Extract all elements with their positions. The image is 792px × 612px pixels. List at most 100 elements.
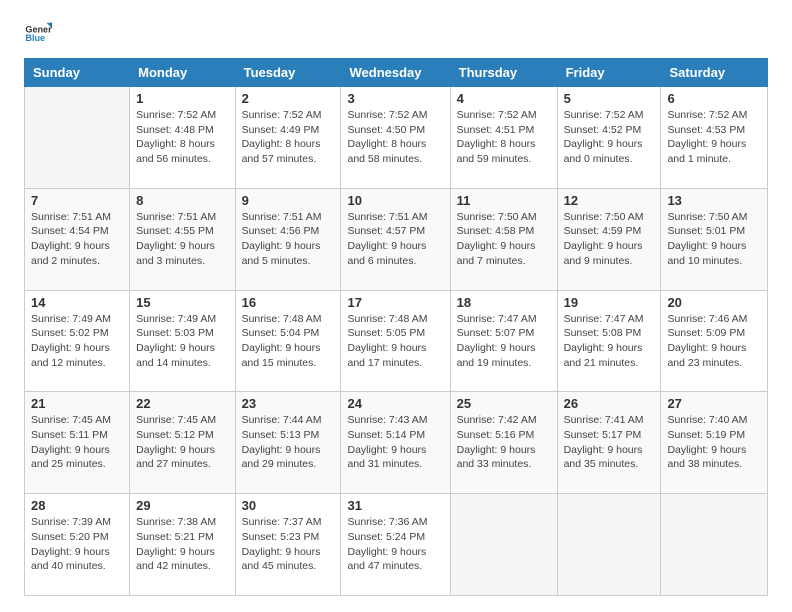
cell-content: 29Sunrise: 7:38 AM Sunset: 5:21 PM Dayli… bbox=[136, 498, 228, 574]
day-info: Sunrise: 7:52 AM Sunset: 4:52 PM Dayligh… bbox=[564, 108, 655, 167]
day-number: 3 bbox=[347, 91, 443, 106]
day-number: 19 bbox=[564, 295, 655, 310]
day-cell: 7 Sunrise: 7:51 AM Sunset: 4:54 PM Daylig… bbox=[25, 188, 130, 290]
day-cell: 24 Sunrise: 7:43 AM Sunset: 5:14 PM Dayli… bbox=[341, 392, 450, 494]
day-info: Sunrise: 7:49 AM Sunset: 5:03 PM Dayligh… bbox=[136, 312, 228, 371]
day-number: 17 bbox=[347, 295, 443, 310]
day-number: 11 bbox=[457, 193, 551, 208]
day-info: Sunrise: 7:51 AM Sunset: 4:54 PM Dayligh… bbox=[31, 210, 123, 269]
day-cell bbox=[661, 494, 768, 596]
day-cell: 18 Sunrise: 7:47 AM Sunset: 5:07 PM Dayli… bbox=[450, 290, 557, 392]
day-number: 10 bbox=[347, 193, 443, 208]
day-number: 24 bbox=[347, 396, 443, 411]
cell-content: 2 Sunrise: 7:52 AM Sunset: 4:49 PM Daylig… bbox=[242, 91, 335, 167]
week-row-1: 1Sunrise: 7:52 AM Sunset: 4:48 PM Daylig… bbox=[25, 87, 768, 189]
day-number: 5 bbox=[564, 91, 655, 106]
column-header-thursday: Thursday bbox=[450, 59, 557, 87]
day-cell: 30 Sunrise: 7:37 AM Sunset: 5:23 PM Dayli… bbox=[235, 494, 341, 596]
day-cell: 11Sunrise: 7:50 AM Sunset: 4:58 PM Dayli… bbox=[450, 188, 557, 290]
header-row: SundayMondayTuesdayWednesdayThursdayFrid… bbox=[25, 59, 768, 87]
column-header-friday: Friday bbox=[557, 59, 661, 87]
day-cell: 9 Sunrise: 7:51 AM Sunset: 4:56 PM Daylig… bbox=[235, 188, 341, 290]
cell-content: 18 Sunrise: 7:47 AM Sunset: 5:07 PM Dayli… bbox=[457, 295, 551, 371]
day-info: Sunrise: 7:36 AM Sunset: 5:24 PM Dayligh… bbox=[347, 515, 443, 574]
cell-content: 14 Sunrise: 7:49 AM Sunset: 5:02 PM Dayli… bbox=[31, 295, 123, 371]
column-header-monday: Monday bbox=[130, 59, 235, 87]
cell-content: 24 Sunrise: 7:43 AM Sunset: 5:14 PM Dayli… bbox=[347, 396, 443, 472]
day-number: 6 bbox=[667, 91, 761, 106]
day-number: 4 bbox=[457, 91, 551, 106]
day-info: Sunrise: 7:39 AM Sunset: 5:20 PM Dayligh… bbox=[31, 515, 123, 574]
day-info: Sunrise: 7:43 AM Sunset: 5:14 PM Dayligh… bbox=[347, 413, 443, 472]
day-number: 14 bbox=[31, 295, 123, 310]
day-cell: 15Sunrise: 7:49 AM Sunset: 5:03 PM Dayli… bbox=[130, 290, 235, 392]
day-cell: 6Sunrise: 7:52 AM Sunset: 4:53 PM Daylig… bbox=[661, 87, 768, 189]
day-number: 22 bbox=[136, 396, 228, 411]
day-cell: 1Sunrise: 7:52 AM Sunset: 4:48 PM Daylig… bbox=[130, 87, 235, 189]
day-info: Sunrise: 7:45 AM Sunset: 5:12 PM Dayligh… bbox=[136, 413, 228, 472]
day-info: Sunrise: 7:45 AM Sunset: 5:11 PM Dayligh… bbox=[31, 413, 123, 472]
day-cell: 4Sunrise: 7:52 AM Sunset: 4:51 PM Daylig… bbox=[450, 87, 557, 189]
day-info: Sunrise: 7:47 AM Sunset: 5:07 PM Dayligh… bbox=[457, 312, 551, 371]
column-header-tuesday: Tuesday bbox=[235, 59, 341, 87]
day-cell: 27Sunrise: 7:40 AM Sunset: 5:19 PM Dayli… bbox=[661, 392, 768, 494]
day-cell: 14 Sunrise: 7:49 AM Sunset: 5:02 PM Dayli… bbox=[25, 290, 130, 392]
day-cell: 21Sunrise: 7:45 AM Sunset: 5:11 PM Dayli… bbox=[25, 392, 130, 494]
cell-content: 30 Sunrise: 7:37 AM Sunset: 5:23 PM Dayli… bbox=[242, 498, 335, 574]
cell-content: 1Sunrise: 7:52 AM Sunset: 4:48 PM Daylig… bbox=[136, 91, 228, 167]
day-cell bbox=[557, 494, 661, 596]
cell-content: 19Sunrise: 7:47 AM Sunset: 5:08 PM Dayli… bbox=[564, 295, 655, 371]
day-info: Sunrise: 7:51 AM Sunset: 4:57 PM Dayligh… bbox=[347, 210, 443, 269]
cell-content: 25Sunrise: 7:42 AM Sunset: 5:16 PM Dayli… bbox=[457, 396, 551, 472]
day-info: Sunrise: 7:49 AM Sunset: 5:02 PM Dayligh… bbox=[31, 312, 123, 371]
cell-content: 27Sunrise: 7:40 AM Sunset: 5:19 PM Dayli… bbox=[667, 396, 761, 472]
day-cell: 20Sunrise: 7:46 AM Sunset: 5:09 PM Dayli… bbox=[661, 290, 768, 392]
cell-content: 7 Sunrise: 7:51 AM Sunset: 4:54 PM Daylig… bbox=[31, 193, 123, 269]
day-cell: 17 Sunrise: 7:48 AM Sunset: 5:05 PM Dayli… bbox=[341, 290, 450, 392]
day-number: 18 bbox=[457, 295, 551, 310]
cell-content: 13Sunrise: 7:50 AM Sunset: 5:01 PM Dayli… bbox=[667, 193, 761, 269]
day-cell: 8 Sunrise: 7:51 AM Sunset: 4:55 PM Daylig… bbox=[130, 188, 235, 290]
day-cell: 26Sunrise: 7:41 AM Sunset: 5:17 PM Dayli… bbox=[557, 392, 661, 494]
day-cell: 31Sunrise: 7:36 AM Sunset: 5:24 PM Dayli… bbox=[341, 494, 450, 596]
day-info: Sunrise: 7:37 AM Sunset: 5:23 PM Dayligh… bbox=[242, 515, 335, 574]
day-number: 16 bbox=[242, 295, 335, 310]
day-number: 9 bbox=[242, 193, 335, 208]
logo-icon: General Blue bbox=[24, 20, 52, 48]
cell-content: 6Sunrise: 7:52 AM Sunset: 4:53 PM Daylig… bbox=[667, 91, 761, 167]
day-info: Sunrise: 7:41 AM Sunset: 5:17 PM Dayligh… bbox=[564, 413, 655, 472]
day-cell: 25Sunrise: 7:42 AM Sunset: 5:16 PM Dayli… bbox=[450, 392, 557, 494]
week-row-4: 21Sunrise: 7:45 AM Sunset: 5:11 PM Dayli… bbox=[25, 392, 768, 494]
day-info: Sunrise: 7:42 AM Sunset: 5:16 PM Dayligh… bbox=[457, 413, 551, 472]
week-row-3: 14 Sunrise: 7:49 AM Sunset: 5:02 PM Dayli… bbox=[25, 290, 768, 392]
day-cell: 3Sunrise: 7:52 AM Sunset: 4:50 PM Daylig… bbox=[341, 87, 450, 189]
day-number: 27 bbox=[667, 396, 761, 411]
day-cell: 28Sunrise: 7:39 AM Sunset: 5:20 PM Dayli… bbox=[25, 494, 130, 596]
week-row-2: 7 Sunrise: 7:51 AM Sunset: 4:54 PM Daylig… bbox=[25, 188, 768, 290]
day-cell: 12 Sunrise: 7:50 AM Sunset: 4:59 PM Dayli… bbox=[557, 188, 661, 290]
day-cell: 5 Sunrise: 7:52 AM Sunset: 4:52 PM Daylig… bbox=[557, 87, 661, 189]
column-header-sunday: Sunday bbox=[25, 59, 130, 87]
day-number: 12 bbox=[564, 193, 655, 208]
day-number: 7 bbox=[31, 193, 123, 208]
cell-content: 23Sunrise: 7:44 AM Sunset: 5:13 PM Dayli… bbox=[242, 396, 335, 472]
cell-content: 10 Sunrise: 7:51 AM Sunset: 4:57 PM Dayli… bbox=[347, 193, 443, 269]
day-info: Sunrise: 7:52 AM Sunset: 4:49 PM Dayligh… bbox=[242, 108, 335, 167]
day-number: 8 bbox=[136, 193, 228, 208]
day-number: 2 bbox=[242, 91, 335, 106]
day-number: 20 bbox=[667, 295, 761, 310]
day-info: Sunrise: 7:51 AM Sunset: 4:55 PM Dayligh… bbox=[136, 210, 228, 269]
day-info: Sunrise: 7:51 AM Sunset: 4:56 PM Dayligh… bbox=[242, 210, 335, 269]
day-cell: 13Sunrise: 7:50 AM Sunset: 5:01 PM Dayli… bbox=[661, 188, 768, 290]
column-header-saturday: Saturday bbox=[661, 59, 768, 87]
day-cell: 16Sunrise: 7:48 AM Sunset: 5:04 PM Dayli… bbox=[235, 290, 341, 392]
day-cell: 23Sunrise: 7:44 AM Sunset: 5:13 PM Dayli… bbox=[235, 392, 341, 494]
logo: General Blue bbox=[24, 20, 52, 48]
day-number: 13 bbox=[667, 193, 761, 208]
day-info: Sunrise: 7:48 AM Sunset: 5:05 PM Dayligh… bbox=[347, 312, 443, 371]
day-cell: 22 Sunrise: 7:45 AM Sunset: 5:12 PM Dayli… bbox=[130, 392, 235, 494]
day-number: 30 bbox=[242, 498, 335, 513]
day-info: Sunrise: 7:38 AM Sunset: 5:21 PM Dayligh… bbox=[136, 515, 228, 574]
day-info: Sunrise: 7:50 AM Sunset: 4:59 PM Dayligh… bbox=[564, 210, 655, 269]
cell-content: 21Sunrise: 7:45 AM Sunset: 5:11 PM Dayli… bbox=[31, 396, 123, 472]
